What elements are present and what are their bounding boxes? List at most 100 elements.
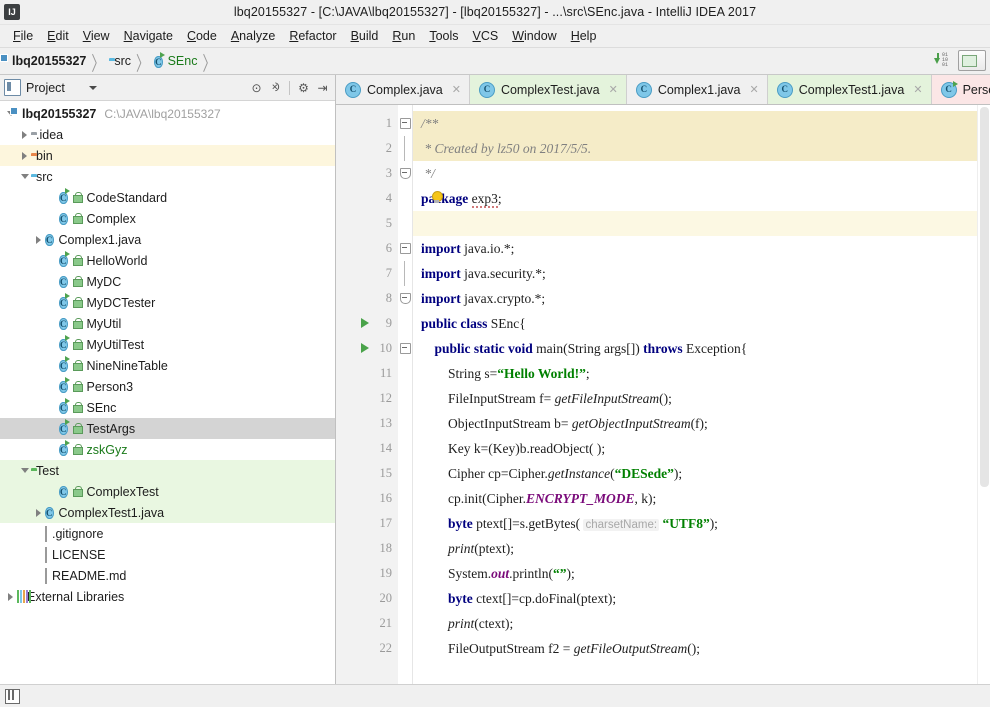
fold-collapse-icon[interactable] — [400, 118, 411, 129]
chevron-right-icon[interactable] — [18, 130, 31, 139]
tree-item-external-libraries[interactable]: External Libraries — [0, 586, 335, 607]
tree-item-complex[interactable]: C Complex — [0, 208, 335, 229]
gutter-line-10[interactable]: 10 — [336, 336, 398, 361]
gutter-line-13[interactable]: 13 — [336, 411, 398, 436]
toggle-tool-windows-icon[interactable] — [5, 688, 20, 704]
menu-item-help[interactable]: Help — [564, 28, 604, 44]
chevron-right-icon[interactable] — [18, 151, 31, 160]
editor-gutter[interactable]: 1 2 3 4 5 6 7 8 9 10 11 12 13 14 15 16 17 18 19 20 21 22 — [336, 105, 399, 684]
gutter-line-6[interactable]: 6 — [336, 236, 398, 261]
gutter-line-1[interactable]: 1 — [336, 111, 398, 136]
tree-item-myutiltest[interactable]: C MyUtilTest — [0, 334, 335, 355]
scrollbar-thumb[interactable] — [980, 107, 989, 487]
menu-item-code[interactable]: Code — [180, 28, 224, 44]
tree-item-zskgyz[interactable]: CzskGyz — [0, 439, 335, 460]
tree-item-testargs[interactable]: C TestArgs — [0, 418, 335, 439]
code-content[interactable]: 20155327 /** * Created by lz50 on 2017/5… — [399, 105, 990, 684]
gutter-line-4[interactable]: 4 — [336, 186, 398, 211]
tree-item-readme-md[interactable]: README.md — [0, 565, 335, 586]
menu-item-tools[interactable]: Tools — [422, 28, 465, 44]
menu-item-window[interactable]: Window — [505, 28, 563, 44]
fold-end-icon[interactable] — [400, 293, 411, 304]
tree-item-senc[interactable]: C SEnc — [0, 397, 335, 418]
close-icon[interactable]: ✕ — [913, 83, 922, 96]
hide-panel-icon[interactable]: ⇥ — [314, 79, 331, 96]
gutter-line-8[interactable]: 8 — [336, 286, 398, 311]
fold-cell-10[interactable] — [398, 336, 412, 361]
tree-item-codestandard[interactable]: C CodeStandard — [0, 187, 335, 208]
menu-item-navigate[interactable]: Navigate — [117, 28, 180, 44]
gutter-line-14[interactable]: 14 — [336, 436, 398, 461]
tree-item-person3[interactable]: C Person3 — [0, 376, 335, 397]
menu-item-edit[interactable]: Edit — [40, 28, 76, 44]
expand-all-icon[interactable]: ⨵ — [267, 79, 284, 96]
gutter-line-17[interactable]: 17 — [336, 511, 398, 536]
tree-item-complextest1-java[interactable]: C ComplexTest1.java — [0, 502, 335, 523]
collapse-all-icon[interactable]: ⊙ — [248, 79, 265, 96]
project-tree[interactable]: lbq20155327 C:\JAVA\lbq20155327 .idea bin sr… — [0, 101, 335, 684]
settings-gear-icon[interactable]: ⚙ — [295, 79, 312, 96]
gutter-line-12[interactable]: 12 — [336, 386, 398, 411]
tree-item--gitignore[interactable]: .gitignore — [0, 523, 335, 544]
gutter-line-5[interactable]: 5 — [336, 211, 398, 236]
breadcrumb-item-src[interactable]: src — [107, 53, 133, 69]
tree-item-lbq20155327[interactable]: lbq20155327 C:\JAVA\lbq20155327 — [0, 103, 335, 124]
close-icon[interactable]: ✕ — [609, 83, 618, 96]
tree-item-src[interactable]: src — [0, 166, 335, 187]
fold-cell-2[interactable] — [398, 136, 412, 161]
gutter-line-2[interactable]: 2 — [336, 136, 398, 161]
chevron-right-icon[interactable] — [32, 235, 45, 244]
fold-cell-6[interactable] — [398, 236, 412, 261]
breadcrumb-item-lbq20155327[interactable]: lbq20155327 — [5, 53, 88, 69]
tree-item-mydctester[interactable]: C MyDCTester — [0, 292, 335, 313]
menu-item-vcs[interactable]: VCS — [466, 28, 506, 44]
gutter-line-7[interactable]: 7 — [336, 261, 398, 286]
editor-tab-complextest1-java[interactable]: C ComplexTest1.java ✕ — [767, 75, 932, 104]
gutter-line-3[interactable]: 3 — [336, 161, 398, 186]
tree-item-helloworld[interactable]: C HelloWorld — [0, 250, 335, 271]
gutter-line-18[interactable]: 18 — [336, 536, 398, 561]
chevron-right-icon[interactable] — [32, 508, 45, 517]
fold-cell-7[interactable] — [398, 261, 412, 286]
tree-item-myutil[interactable]: C MyUtil — [0, 313, 335, 334]
tree-item--idea[interactable]: .idea — [0, 124, 335, 145]
menu-item-build[interactable]: Build — [344, 28, 386, 44]
gutter-line-15[interactable]: 15 — [336, 461, 398, 486]
editor-tab-complextest-java[interactable]: C ComplexTest.java ✕ — [469, 75, 627, 104]
editor-tab-person3-[interactable]: C Person3. — [931, 75, 990, 104]
gutter-line-19[interactable]: 19 — [336, 561, 398, 586]
gutter-line-11[interactable]: 11 — [336, 361, 398, 386]
menu-item-run[interactable]: Run — [385, 28, 422, 44]
fold-collapse-icon[interactable] — [400, 243, 411, 254]
tree-item-nineninetable[interactable]: C NineNineTable — [0, 355, 335, 376]
fold-cell-1[interactable] — [398, 111, 412, 136]
editor-tab-complex1-java[interactable]: C Complex1.java ✕ — [626, 75, 768, 104]
editor-scrollbar[interactable] — [977, 105, 990, 684]
chevron-right-icon[interactable] — [4, 592, 17, 601]
menu-item-view[interactable]: View — [76, 28, 117, 44]
tree-item-bin[interactable]: bin — [0, 145, 335, 166]
tree-item-complextest[interactable]: C ComplexTest — [0, 481, 335, 502]
gutter-line-21[interactable]: 21 — [336, 611, 398, 636]
run-config-button[interactable] — [958, 50, 986, 71]
fold-cell-3[interactable] — [398, 161, 412, 186]
run-gutter-icon[interactable] — [361, 343, 369, 353]
menu-item-file[interactable]: File — [6, 28, 40, 44]
fold-collapse-icon[interactable] — [400, 343, 411, 354]
chevron-down-icon[interactable] — [18, 468, 31, 473]
editor-tabs[interactable]: C Complex.java ✕ C ComplexTest.java ✕ C Complex… — [336, 75, 990, 105]
fold-cell-8[interactable] — [398, 286, 412, 311]
gutter-line-20[interactable]: 20 — [336, 586, 398, 611]
tree-item-license[interactable]: LICENSE — [0, 544, 335, 565]
compile-binary-icon[interactable]: 01 10 01 — [932, 52, 954, 70]
tree-item-complex1-java[interactable]: C Complex1.java — [0, 229, 335, 250]
close-icon[interactable]: ✕ — [750, 83, 759, 96]
gutter-line-9[interactable]: 9 — [336, 311, 398, 336]
breadcrumb-item-senc[interactable]: C SEnc — [152, 53, 199, 70]
chevron-down-icon[interactable] — [18, 174, 31, 179]
fold-column[interactable] — [398, 105, 413, 684]
close-icon[interactable]: ✕ — [452, 83, 461, 96]
chevron-down-icon[interactable] — [88, 85, 97, 90]
fold-end-icon[interactable] — [400, 168, 411, 179]
gutter-line-16[interactable]: 16 — [336, 486, 398, 511]
